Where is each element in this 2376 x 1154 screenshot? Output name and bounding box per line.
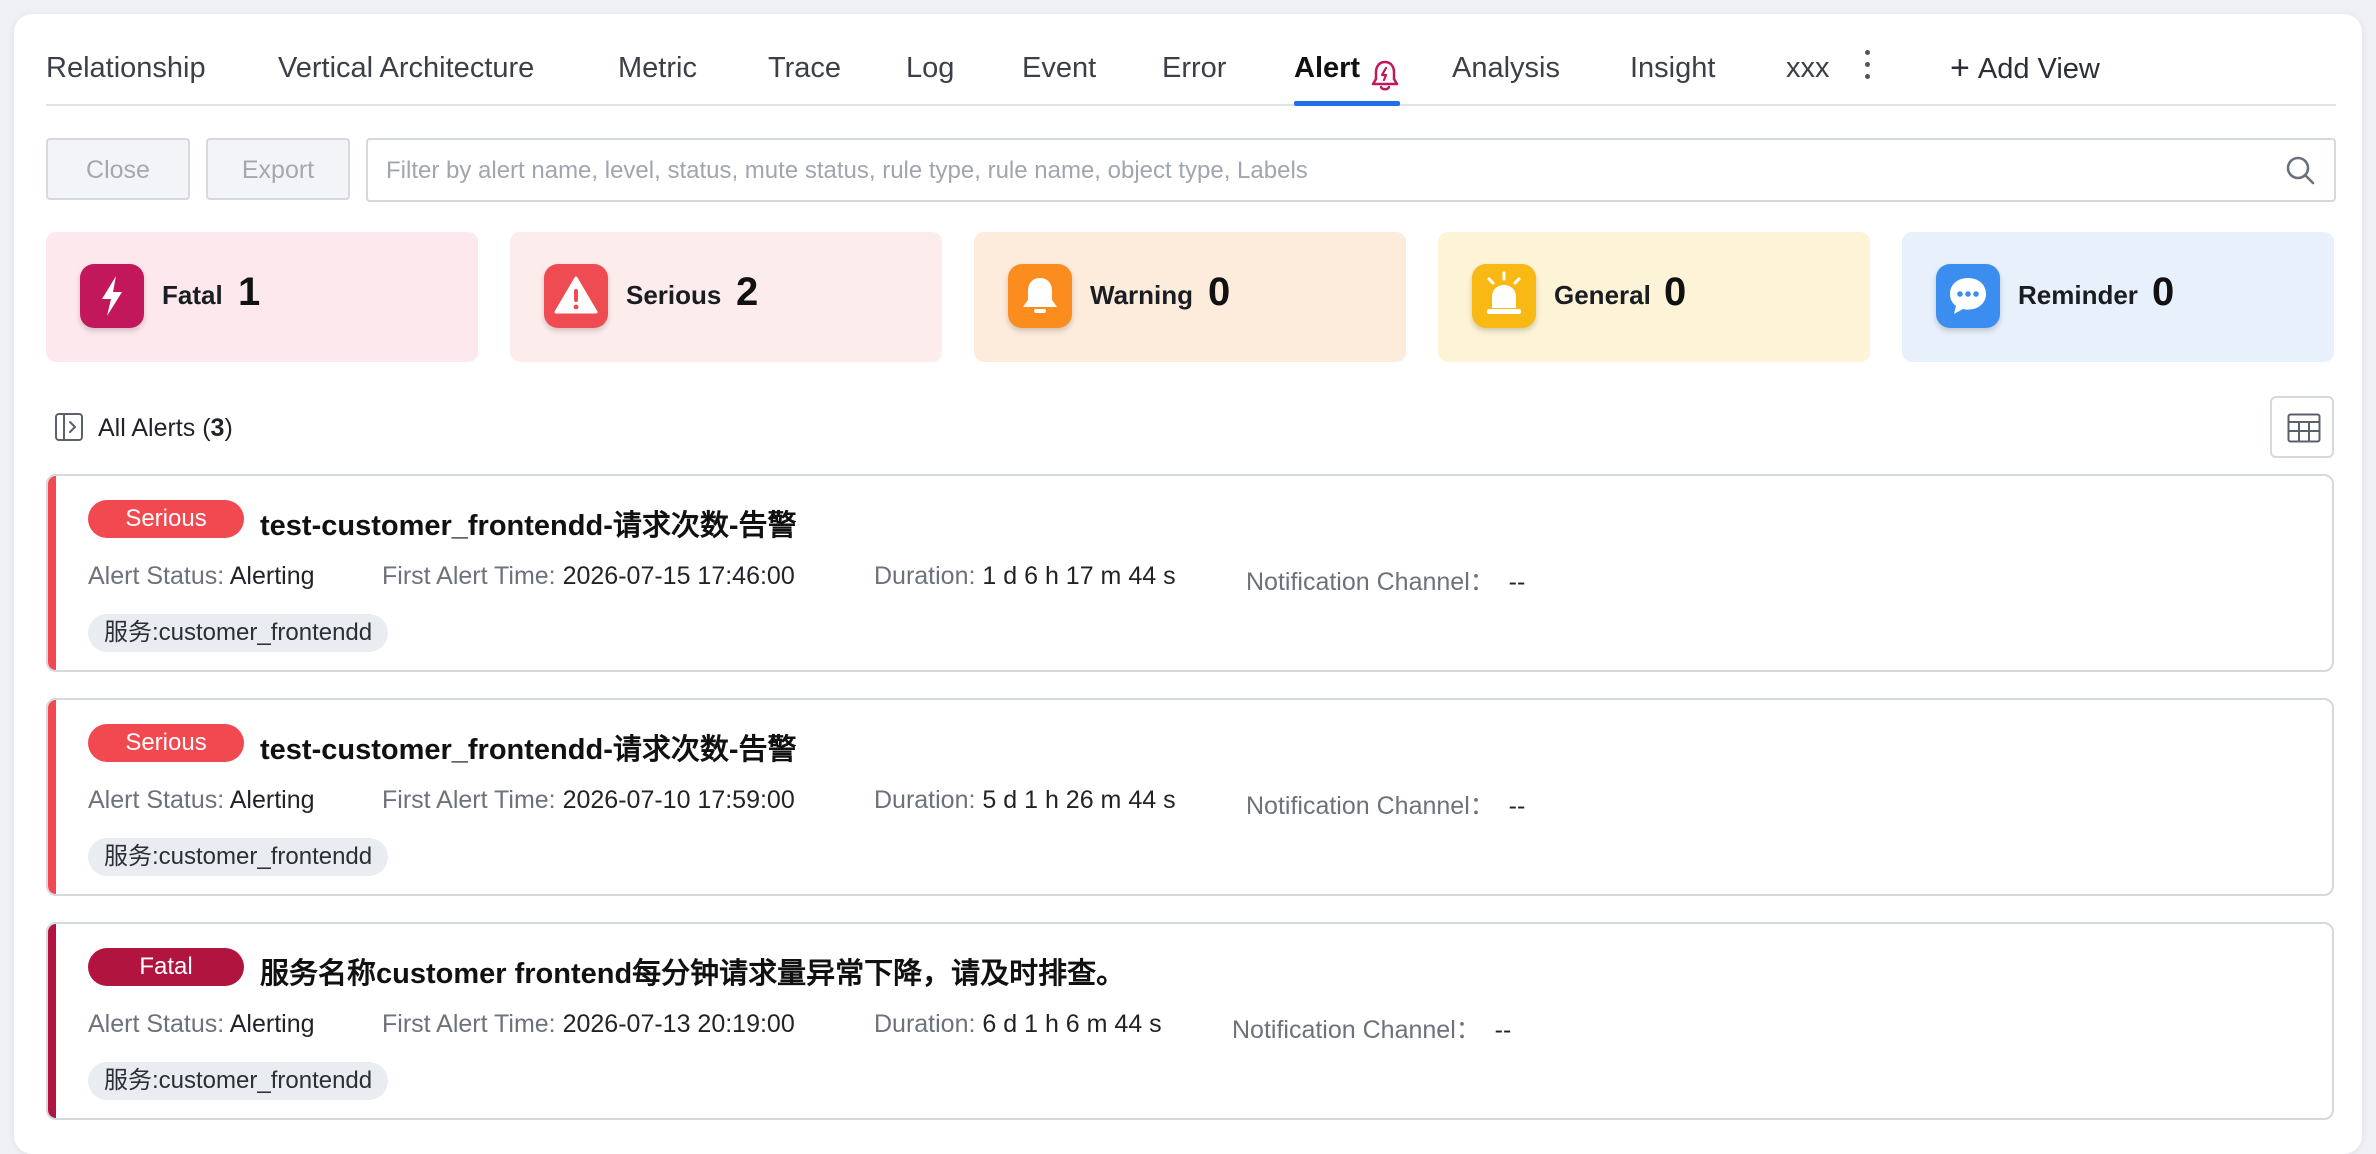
severity-bar [48,924,56,1118]
export-button[interactable]: Export [206,138,350,200]
tab-analysis[interactable]: Analysis [1452,32,1560,104]
all-alerts-toggle[interactable]: All Alerts (3) [54,412,233,442]
tab-alert[interactable]: Alert [1294,32,1401,106]
chat-bubble-icon [1936,264,2000,328]
stat-card-serious[interactable]: Serious 2 [510,232,942,362]
add-view-label: Add View [1977,53,2100,85]
tab-alert-label: Alert [1294,52,1361,84]
view-tabs: Relationship Vertical Architecture Metri… [46,32,2336,106]
stat-card-warning[interactable]: Warning 0 [974,232,1406,362]
tab-relationship[interactable]: Relationship [46,32,206,104]
stat-label: Reminder [2018,280,2138,310]
tab-vertical-architecture[interactable]: Vertical Architecture [278,32,534,104]
first-alert-time: First Alert Time: 2026-07-15 17:46:00 [382,562,795,590]
lightning-icon [80,264,144,328]
alert-duration: Duration: 6 d 1 h 6 m 44 s [874,1010,1162,1038]
tab-event[interactable]: Event [1022,32,1096,104]
tab-log[interactable]: Log [906,32,954,104]
stat-label: Fatal [162,280,223,310]
tab-xxx[interactable]: xxx [1786,32,1830,104]
tab-error[interactable]: Error [1162,32,1226,104]
search-input[interactable] [384,140,2248,202]
alert-status: Alert Status: Alerting [88,786,315,814]
service-tag[interactable]: 服务:customer_frontendd [88,838,389,876]
bell-icon [1008,264,1072,328]
all-alerts-count: 3 [210,414,225,442]
stat-card-reminder[interactable]: Reminder 0 [1902,232,2334,362]
alert-bell-icon [1370,48,1400,120]
alert-title[interactable]: 服务名称customer frontend每分钟请求量异常下降，请及时排查。 [260,950,1125,992]
warning-triangle-icon [544,264,608,328]
stat-count: 0 [1208,270,1231,314]
alert-status: Alert Status: Alerting [88,562,315,590]
more-options-icon[interactable] [1864,50,1872,86]
stat-count: 1 [238,270,261,314]
tab-insight[interactable]: Insight [1630,32,1715,104]
severity-badge: Serious [88,500,244,538]
stat-count: 0 [2152,270,2175,314]
alert-status: Alert Status: Alerting [88,1010,315,1038]
stat-label: Serious [626,280,722,310]
stat-label: Warning [1090,280,1194,310]
siren-icon [1472,264,1536,328]
severity-bar [48,700,56,894]
alert-item[interactable]: Serious test-customer_frontendd-请求次数-告警 … [46,698,2334,896]
all-alerts-label: All Alerts ( [98,414,211,442]
first-alert-time: First Alert Time: 2026-07-10 17:59:00 [382,786,795,814]
notification-channel: Notification Channel： -- [1246,568,1526,596]
alert-duration: Duration: 5 d 1 h 26 m 44 s [874,786,1176,814]
tab-metric[interactable]: Metric [618,32,697,104]
stat-label: General [1554,280,1651,310]
add-view-button[interactable]: + Add View [1950,32,2100,104]
service-tag[interactable]: 服务:customer_frontendd [88,1062,389,1100]
service-tag[interactable]: 服务:customer_frontendd [88,614,389,652]
table-view-button[interactable] [2270,396,2334,458]
alert-duration: Duration: 1 d 6 h 17 m 44 s [874,562,1176,590]
stat-card-general[interactable]: General 0 [1438,232,1870,362]
table-icon [2287,413,2321,443]
notification-channel: Notification Channel： -- [1246,792,1526,820]
first-alert-time: First Alert Time: 2026-07-13 20:19:00 [382,1010,795,1038]
tab-trace[interactable]: Trace [768,32,841,104]
alert-item[interactable]: Fatal 服务名称customer frontend每分钟请求量异常下降，请及… [46,922,2334,1120]
all-alerts-suffix: ) [224,414,233,442]
alert-title[interactable]: test-customer_frontendd-请求次数-告警 [260,726,797,768]
alert-title[interactable]: test-customer_frontendd-请求次数-告警 [260,502,797,544]
close-button[interactable]: Close [46,138,190,200]
severity-bar [48,476,56,670]
plus-icon: + [1950,49,1970,87]
stat-card-fatal[interactable]: Fatal 1 [46,232,478,362]
expand-panel-icon [55,413,83,441]
severity-badge: Fatal [88,948,244,986]
active-tab-indicator [1294,101,1401,106]
search-icon[interactable] [2284,154,2316,191]
stat-count: 0 [1664,270,1687,314]
severity-badge: Serious [88,724,244,762]
alert-item[interactable]: Serious test-customer_frontendd-请求次数-告警 … [46,474,2334,672]
notification-channel: Notification Channel： -- [1232,1016,1512,1044]
search-box [366,138,2336,202]
stat-count: 2 [736,270,759,314]
